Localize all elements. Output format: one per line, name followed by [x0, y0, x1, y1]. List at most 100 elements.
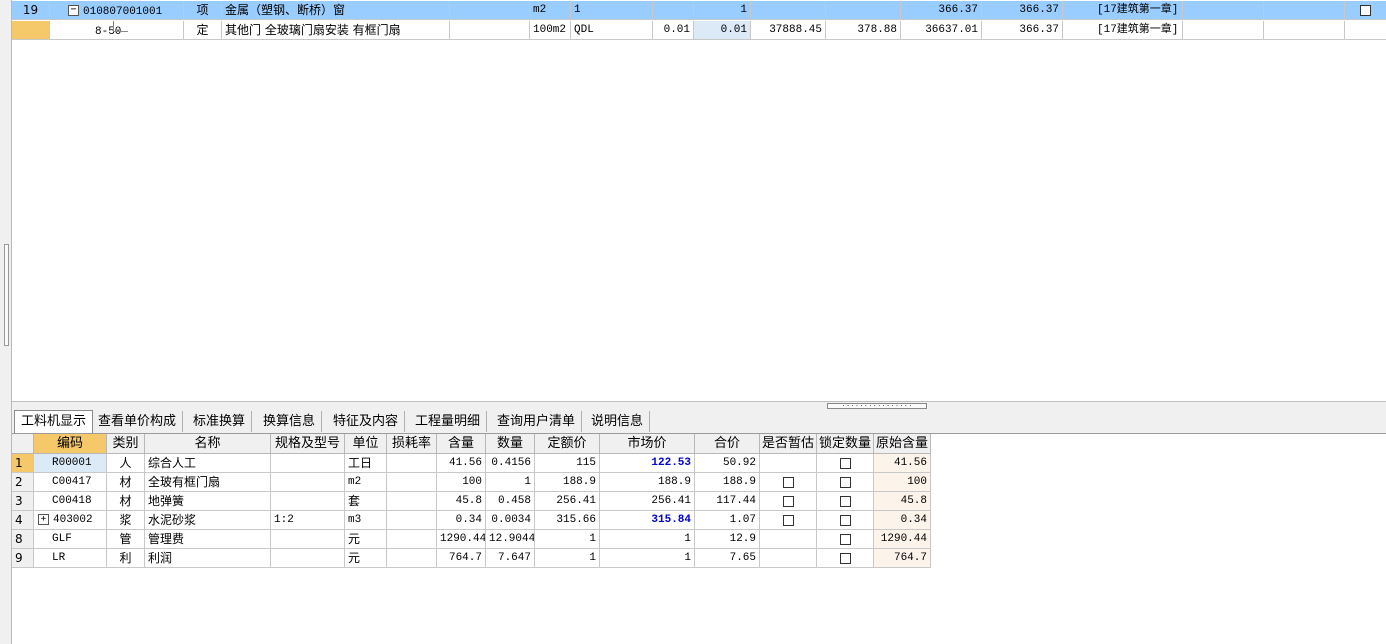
- lock-quantity-checkbox[interactable]: [839, 458, 851, 469]
- material-content[interactable]: 764.7: [437, 549, 486, 568]
- material-provisional[interactable]: [760, 492, 817, 511]
- material-quota-price[interactable]: 188.9: [535, 473, 600, 492]
- material-total[interactable]: 50.92: [695, 454, 760, 473]
- material-spec[interactable]: [271, 530, 345, 549]
- item-check-cell[interactable]: [1345, 21, 1386, 40]
- material-original-content[interactable]: 0.34: [874, 511, 931, 530]
- material-category[interactable]: 人: [107, 454, 145, 473]
- material-unit[interactable]: m3: [345, 511, 387, 530]
- item-name[interactable]: 其他门 全玻璃门扇安装 有框门扇: [222, 21, 450, 40]
- header-unit[interactable]: 单位: [345, 434, 387, 454]
- material-quantity[interactable]: 12.9044: [486, 530, 535, 549]
- header-quota-price[interactable]: 定额价: [535, 434, 600, 454]
- material-name[interactable]: 管理费: [145, 530, 271, 549]
- material-content[interactable]: 0.34: [437, 511, 486, 530]
- material-total[interactable]: 7.65: [695, 549, 760, 568]
- material-unit[interactable]: 元: [345, 549, 387, 568]
- material-spec[interactable]: [271, 492, 345, 511]
- material-original-content[interactable]: 1290.44: [874, 530, 931, 549]
- material-loss-rate[interactable]: [387, 492, 437, 511]
- material-spec[interactable]: [271, 454, 345, 473]
- material-original-content[interactable]: 45.8: [874, 492, 931, 511]
- header-loss-rate[interactable]: 损耗率: [387, 434, 437, 454]
- panel-splitter[interactable]: · · · · · · · · · · · · · · · ·: [12, 401, 1386, 410]
- material-provisional[interactable]: [760, 549, 817, 568]
- material-name[interactable]: 综合人工: [145, 454, 271, 473]
- item-content[interactable]: [653, 1, 694, 20]
- provisional-checkbox[interactable]: [782, 496, 794, 507]
- material-lock-quantity[interactable]: [817, 454, 874, 473]
- item-unit[interactable]: 100m2: [530, 21, 571, 40]
- tab-quantity-detail[interactable]: 工程量明细: [409, 411, 488, 432]
- material-unit[interactable]: 套: [345, 492, 387, 511]
- header-name[interactable]: 名称: [145, 434, 271, 454]
- header-original-content[interactable]: 原始含量: [874, 434, 931, 454]
- material-content[interactable]: 1290.44: [437, 530, 486, 549]
- item-unit[interactable]: m2: [530, 1, 571, 20]
- material-content[interactable]: 41.56: [437, 454, 486, 473]
- header-total[interactable]: 合价: [695, 434, 760, 454]
- item-spec[interactable]: [450, 1, 530, 20]
- material-name[interactable]: 全玻有框门扇: [145, 473, 271, 492]
- material-market-price[interactable]: 256.41: [600, 492, 695, 511]
- table-row[interactable]: 8-50 定 其他门 全玻璃门扇安装 有框门扇 100m2 QDL 0.01 0…: [12, 21, 1386, 40]
- lock-quantity-checkbox[interactable]: [839, 553, 851, 564]
- header-quantity[interactable]: 数量: [486, 434, 535, 454]
- row-checkbox[interactable]: [1360, 5, 1371, 16]
- item-quantity[interactable]: 0.01: [694, 21, 751, 40]
- material-spec[interactable]: [271, 549, 345, 568]
- tab-standard-conversion[interactable]: 标准换算: [187, 411, 253, 432]
- material-total[interactable]: 1.07: [695, 511, 760, 530]
- material-provisional[interactable]: [760, 530, 817, 549]
- material-lock-quantity[interactable]: [817, 492, 874, 511]
- provisional-checkbox[interactable]: [782, 515, 794, 526]
- material-spec[interactable]: [271, 473, 345, 492]
- header-spec[interactable]: 规格及型号: [271, 434, 345, 454]
- material-category[interactable]: 浆: [107, 511, 145, 530]
- material-quota-price[interactable]: 315.66: [535, 511, 600, 530]
- item-quantity[interactable]: 1: [694, 1, 751, 20]
- material-quota-price[interactable]: 115: [535, 454, 600, 473]
- lock-quantity-checkbox[interactable]: [839, 496, 851, 507]
- material-name[interactable]: 利润: [145, 549, 271, 568]
- material-total[interactable]: 12.9: [695, 530, 760, 549]
- header-content[interactable]: 含量: [437, 434, 486, 454]
- item-check-cell[interactable]: [1345, 1, 1386, 20]
- lock-quantity-checkbox[interactable]: [839, 534, 851, 545]
- material-name[interactable]: 地弹簧: [145, 492, 271, 511]
- material-quantity[interactable]: 7.647: [486, 549, 535, 568]
- material-original-content[interactable]: 100: [874, 473, 931, 492]
- material-code[interactable]: LR: [34, 549, 107, 568]
- material-market-price[interactable]: 315.84: [600, 511, 695, 530]
- collapse-icon[interactable]: −: [68, 5, 79, 16]
- material-unit[interactable]: 元: [345, 530, 387, 549]
- material-code[interactable]: +403002: [34, 511, 107, 530]
- item-spec[interactable]: [450, 21, 530, 40]
- material-market-price[interactable]: 188.9: [600, 473, 695, 492]
- item-name[interactable]: 金属（塑钢、断桥）窗: [222, 1, 450, 20]
- lock-quantity-checkbox[interactable]: [839, 477, 851, 488]
- header-market-price[interactable]: 市场价: [600, 434, 695, 454]
- material-loss-rate[interactable]: [387, 511, 437, 530]
- material-loss-rate[interactable]: [387, 549, 437, 568]
- material-lock-quantity[interactable]: [817, 473, 874, 492]
- material-category[interactable]: 材: [107, 473, 145, 492]
- material-quota-price[interactable]: 256.41: [535, 492, 600, 511]
- tab-description-info[interactable]: 说明信息: [585, 411, 651, 432]
- material-lock-quantity[interactable]: [817, 511, 874, 530]
- material-loss-rate[interactable]: [387, 473, 437, 492]
- header-code[interactable]: 编码: [34, 434, 107, 454]
- item-code[interactable]: 8-50: [50, 21, 184, 40]
- material-category[interactable]: 利: [107, 549, 145, 568]
- tab-conversion-info[interactable]: 换算信息: [257, 411, 323, 432]
- material-provisional[interactable]: [760, 454, 817, 473]
- material-provisional[interactable]: [760, 511, 817, 530]
- material-quantity[interactable]: 0.458: [486, 492, 535, 511]
- material-total[interactable]: 188.9: [695, 473, 760, 492]
- provisional-checkbox[interactable]: [782, 477, 794, 488]
- material-code[interactable]: C00417: [34, 473, 107, 492]
- material-unit[interactable]: m2: [345, 473, 387, 492]
- material-unit[interactable]: 工日: [345, 454, 387, 473]
- material-code[interactable]: R00001: [34, 454, 107, 473]
- material-spec[interactable]: 1:2: [271, 511, 345, 530]
